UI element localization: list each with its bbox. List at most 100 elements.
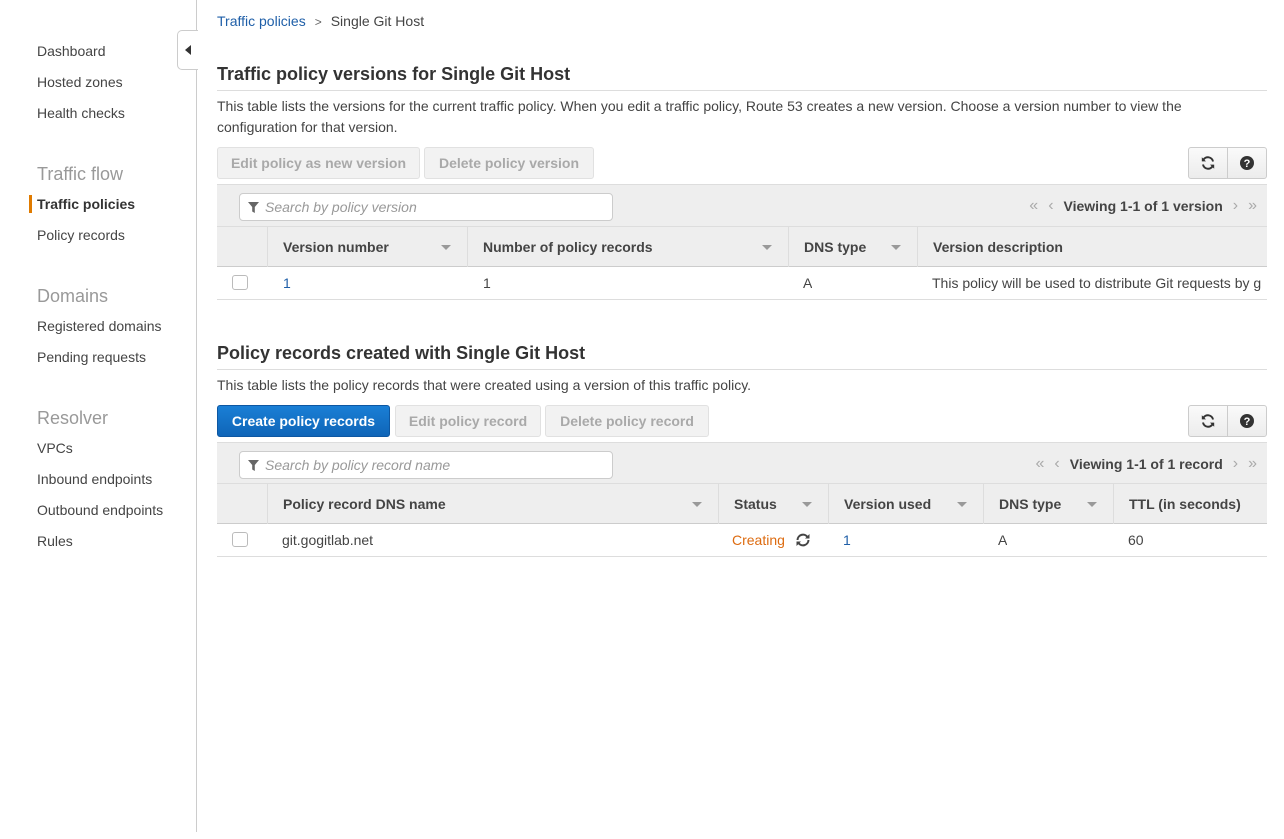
refresh-button[interactable] [1189,406,1227,436]
sidebar-heading-resolver: Resolver [37,408,109,428]
versions-pager: « ‹ Viewing 1-1 of 1 version › » [1029,197,1257,215]
records-table-header: Policy record DNS name Status Version us… [217,483,1267,524]
column-number-of-policy-records[interactable]: Number of policy records [467,227,788,267]
active-indicator [29,195,32,213]
first-page-icon[interactable]: « [1029,197,1038,215]
version-search-input[interactable] [265,199,595,215]
column-label: DNS type [804,239,867,255]
column-status[interactable]: Status [718,484,828,524]
edit-policy-record-button[interactable]: Edit policy record [395,405,541,437]
sort-caret-icon[interactable] [1087,502,1097,507]
sidebar-item-outbound-endpoints[interactable]: Outbound endpoints [37,502,163,518]
filter-icon [248,459,259,471]
sidebar-heading-domains: Domains [37,286,109,306]
svg-text:?: ? [1244,416,1251,428]
versions-section-description: This table lists the versions for the cu… [217,98,1182,135]
column-version-used[interactable]: Version used [828,484,983,524]
versions-table-toolbar: « ‹ Viewing 1-1 of 1 version › » [217,184,1267,226]
help-icon: ? [1240,414,1254,428]
sort-caret-icon[interactable] [802,502,812,507]
column-label: Number of policy records [483,239,653,255]
sidebar-item-health-checks[interactable]: Health checks [37,105,125,121]
column-ttl[interactable]: TTL (in seconds) [1113,484,1267,524]
sidebar-item-registered-domains[interactable]: Registered domains [37,318,162,334]
dns-type: A [803,275,813,291]
column-label: Version description [933,239,1063,255]
status-badge: Creating [732,532,785,548]
records-section-title: Policy records created with Single Git H… [217,343,1267,370]
breadcrumb-separator-icon: > [314,15,322,29]
first-page-icon[interactable]: « [1036,455,1045,473]
sidebar-heading-traffic-flow: Traffic flow [37,164,124,184]
records-pager: « ‹ Viewing 1-1 of 1 record › » [1036,455,1257,473]
version-search-box [239,193,613,221]
delete-policy-version-button[interactable]: Delete policy version [424,147,594,179]
column-dns-type[interactable]: DNS type [983,484,1113,524]
sidebar-item-policy-records[interactable]: Policy records [37,227,125,243]
policy-records-count: 1 [483,275,491,291]
sort-caret-icon[interactable] [692,502,702,507]
help-button[interactable]: ? [1227,406,1266,436]
status-cell: Creating [732,524,812,556]
breadcrumb-current: Single Git Host [330,13,425,29]
help-icon: ? [1240,156,1254,170]
column-policy-record-dns-name[interactable]: Policy record DNS name [267,484,718,524]
ttl-value: 60 [1128,532,1144,548]
caret-left-icon [185,45,191,55]
sidebar-item-rules[interactable]: Rules [37,533,73,549]
help-button[interactable]: ? [1227,148,1266,178]
last-page-icon[interactable]: » [1248,455,1257,473]
refresh-button[interactable] [1189,148,1227,178]
version-used-link[interactable]: 1 [843,524,851,556]
next-page-icon[interactable]: › [1233,455,1238,473]
column-version-description[interactable]: Version description [917,227,1267,267]
column-label: TTL (in seconds) [1129,496,1241,512]
filter-icon [248,201,259,213]
last-page-icon[interactable]: » [1248,197,1257,215]
versions-table-header: Version number Number of policy records … [217,226,1267,267]
prev-page-icon[interactable]: ‹ [1054,455,1059,473]
sort-caret-icon[interactable] [891,245,901,250]
sidebar-item-vpcs[interactable]: VPCs [37,440,73,456]
column-label: Policy record DNS name [283,496,446,512]
column-dns-type[interactable]: DNS type [788,227,917,267]
sidebar: Dashboard Hosted zones Health checks Tra… [0,0,197,832]
sidebar-item-dashboard[interactable]: Dashboard [37,43,106,59]
sidebar-item-pending-requests[interactable]: Pending requests [37,349,146,365]
dns-type: A [998,532,1008,548]
column-version-number[interactable]: Version number [267,227,467,267]
delete-policy-record-button[interactable]: Delete policy record [545,405,709,437]
sort-caret-icon[interactable] [957,502,967,507]
records-table-actions: ? [1188,405,1267,437]
sync-icon [796,533,810,547]
table-row: 1 1 A This policy will be used to distri… [217,267,1267,300]
sort-caret-icon[interactable] [441,245,451,250]
row-checkbox[interactable] [232,275,248,290]
column-label: DNS type [999,496,1062,512]
column-label: Status [734,496,777,512]
sidebar-collapse-button[interactable] [177,30,198,70]
record-search-input[interactable] [265,457,595,473]
refresh-icon [1201,414,1215,428]
versions-pager-text: Viewing 1-1 of 1 version [1063,198,1223,214]
row-checkbox[interactable] [232,532,248,547]
sidebar-item-inbound-endpoints[interactable]: Inbound endpoints [37,471,152,487]
refresh-icon [1201,156,1215,170]
records-pager-text: Viewing 1-1 of 1 record [1069,456,1223,472]
records-section-description: This table lists the policy records that… [217,377,752,393]
sidebar-item-traffic-policies[interactable]: Traffic policies [37,196,135,212]
prev-page-icon[interactable]: ‹ [1048,197,1053,215]
next-page-icon[interactable]: › [1233,197,1238,215]
sidebar-item-hosted-zones[interactable]: Hosted zones [37,74,123,90]
breadcrumb-traffic-policies[interactable]: Traffic policies [217,13,306,29]
svg-text:?: ? [1244,158,1251,170]
table-row: git.gogitlab.net Creating 1 A 60 [217,524,1267,557]
version-number-link[interactable]: 1 [283,267,291,299]
create-policy-records-button[interactable]: Create policy records [217,405,390,437]
column-label: Version used [844,496,932,512]
records-table-toolbar: « ‹ Viewing 1-1 of 1 record › » [217,442,1267,484]
sort-caret-icon[interactable] [762,245,772,250]
column-label: Version number [283,239,389,255]
policy-record-dns-name: git.gogitlab.net [282,532,374,548]
edit-policy-as-new-version-button[interactable]: Edit policy as new version [217,147,420,179]
